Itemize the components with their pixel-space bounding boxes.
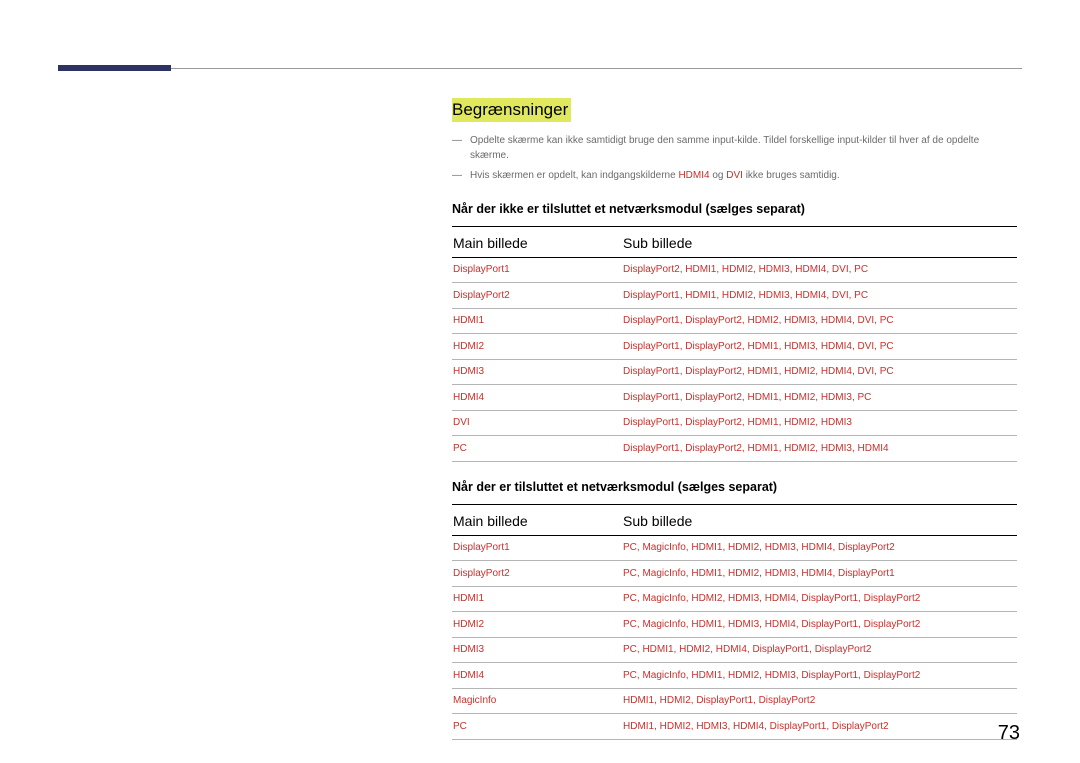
section2-table: Main billede Sub billede DisplayPort1PC,… [452, 504, 1017, 740]
section2-title: Når der er tilsluttet et netværksmodul (… [452, 480, 1017, 494]
cell-main: HDMI3 [452, 637, 623, 663]
cell-sub: PC, MagicInfo, HDMI1, HDMI2, HDMI3, HDMI… [623, 561, 1017, 587]
accent-bar [58, 65, 171, 71]
table-header-row: Main billede Sub billede [452, 504, 1017, 535]
cell-sub: DisplayPort1, DisplayPort2, HDMI1, HDMI2… [623, 436, 1017, 462]
table-row: HDMI2PC, MagicInfo, HDMI1, HDMI3, HDMI4,… [452, 612, 1017, 638]
cell-main: DisplayPort1 [452, 535, 623, 561]
table-row: HDMI4DisplayPort1, DisplayPort2, HDMI1, … [452, 385, 1017, 411]
table-row: DisplayPort2PC, MagicInfo, HDMI1, HDMI2,… [452, 561, 1017, 587]
table-row: HDMI1DisplayPort1, DisplayPort2, HDMI2, … [452, 308, 1017, 334]
table-row: HDMI2DisplayPort1, DisplayPort2, HDMI1, … [452, 334, 1017, 360]
table-row: DisplayPort1DisplayPort2, HDMI1, HDMI2, … [452, 257, 1017, 283]
cell-main: DVI [452, 410, 623, 436]
cell-sub: DisplayPort1, DisplayPort2, HDMI1, HDMI2… [623, 359, 1017, 385]
cell-main: HDMI3 [452, 359, 623, 385]
content-column: Begrænsninger Opdelte skærme kan ikke sa… [452, 98, 1017, 740]
cell-main: HDMI4 [452, 385, 623, 411]
table-row: DVIDisplayPort1, DisplayPort2, HDMI1, HD… [452, 410, 1017, 436]
cell-main: MagicInfo [452, 688, 623, 714]
col-header-sub: Sub billede [623, 504, 1017, 535]
cell-main: PC [452, 714, 623, 740]
cell-sub: PC, MagicInfo, HDMI2, HDMI3, HDMI4, Disp… [623, 586, 1017, 612]
table-header-row: Main billede Sub billede [452, 226, 1017, 257]
section-heading: Begrænsninger [452, 98, 571, 122]
table-row: HDMI3DisplayPort1, DisplayPort2, HDMI1, … [452, 359, 1017, 385]
cell-main: DisplayPort2 [452, 561, 623, 587]
cell-main: HDMI1 [452, 586, 623, 612]
cell-sub: DisplayPort1, DisplayPort2, HDMI1, HDMI2… [623, 385, 1017, 411]
table-row: PCDisplayPort1, DisplayPort2, HDMI1, HDM… [452, 436, 1017, 462]
col-header-sub: Sub billede [623, 226, 1017, 257]
cell-main: DisplayPort2 [452, 283, 623, 309]
col-header-main: Main billede [452, 504, 623, 535]
cell-main: HDMI4 [452, 663, 623, 689]
notes-block: Opdelte skærme kan ikke samtidigt bruge … [452, 134, 1017, 184]
section1-title: Når der ikke er tilsluttet et netværksmo… [452, 202, 1017, 216]
cell-sub: HDMI1, HDMI2, HDMI3, HDMI4, DisplayPort1… [623, 714, 1017, 740]
cell-main: PC [452, 436, 623, 462]
cell-sub: DisplayPort1, DisplayPort2, HDMI1, HDMI2… [623, 410, 1017, 436]
cell-sub: DisplayPort1, DisplayPort2, HDMI1, HDMI3… [623, 334, 1017, 360]
table-row: HDMI1PC, MagicInfo, HDMI2, HDMI3, HDMI4,… [452, 586, 1017, 612]
table-row: DisplayPort1PC, MagicInfo, HDMI1, HDMI2,… [452, 535, 1017, 561]
cell-sub: DisplayPort1, HDMI1, HDMI2, HDMI3, HDMI4… [623, 283, 1017, 309]
cell-main: HDMI2 [452, 612, 623, 638]
cell-sub: PC, MagicInfo, HDMI1, HDMI2, HDMI3, Disp… [623, 663, 1017, 689]
cell-main: HDMI2 [452, 334, 623, 360]
table-row: DisplayPort2DisplayPort1, HDMI1, HDMI2, … [452, 283, 1017, 309]
cell-sub: PC, HDMI1, HDMI2, HDMI4, DisplayPort1, D… [623, 637, 1017, 663]
table-row: PCHDMI1, HDMI2, HDMI3, HDMI4, DisplayPor… [452, 714, 1017, 740]
section1-table: Main billede Sub billede DisplayPort1Dis… [452, 226, 1017, 462]
top-rule [58, 68, 1022, 69]
col-header-main: Main billede [452, 226, 623, 257]
page-number: 73 [998, 722, 1020, 745]
table-row: HDMI4PC, MagicInfo, HDMI1, HDMI2, HDMI3,… [452, 663, 1017, 689]
table-row: HDMI3PC, HDMI1, HDMI2, HDMI4, DisplayPor… [452, 637, 1017, 663]
note-line: Hvis skærmen er opdelt, kan indgangskild… [452, 169, 1017, 184]
cell-sub: DisplayPort2, HDMI1, HDMI2, HDMI3, HDMI4… [623, 257, 1017, 283]
table-row: MagicInfoHDMI1, HDMI2, DisplayPort1, Dis… [452, 688, 1017, 714]
note-line: Opdelte skærme kan ikke samtidigt bruge … [452, 134, 1017, 163]
cell-sub: HDMI1, HDMI2, DisplayPort1, DisplayPort2 [623, 688, 1017, 714]
cell-main: DisplayPort1 [452, 257, 623, 283]
cell-main: HDMI1 [452, 308, 623, 334]
cell-sub: PC, MagicInfo, HDMI1, HDMI3, HDMI4, Disp… [623, 612, 1017, 638]
cell-sub: PC, MagicInfo, HDMI1, HDMI2, HDMI3, HDMI… [623, 535, 1017, 561]
cell-sub: DisplayPort1, DisplayPort2, HDMI2, HDMI3… [623, 308, 1017, 334]
